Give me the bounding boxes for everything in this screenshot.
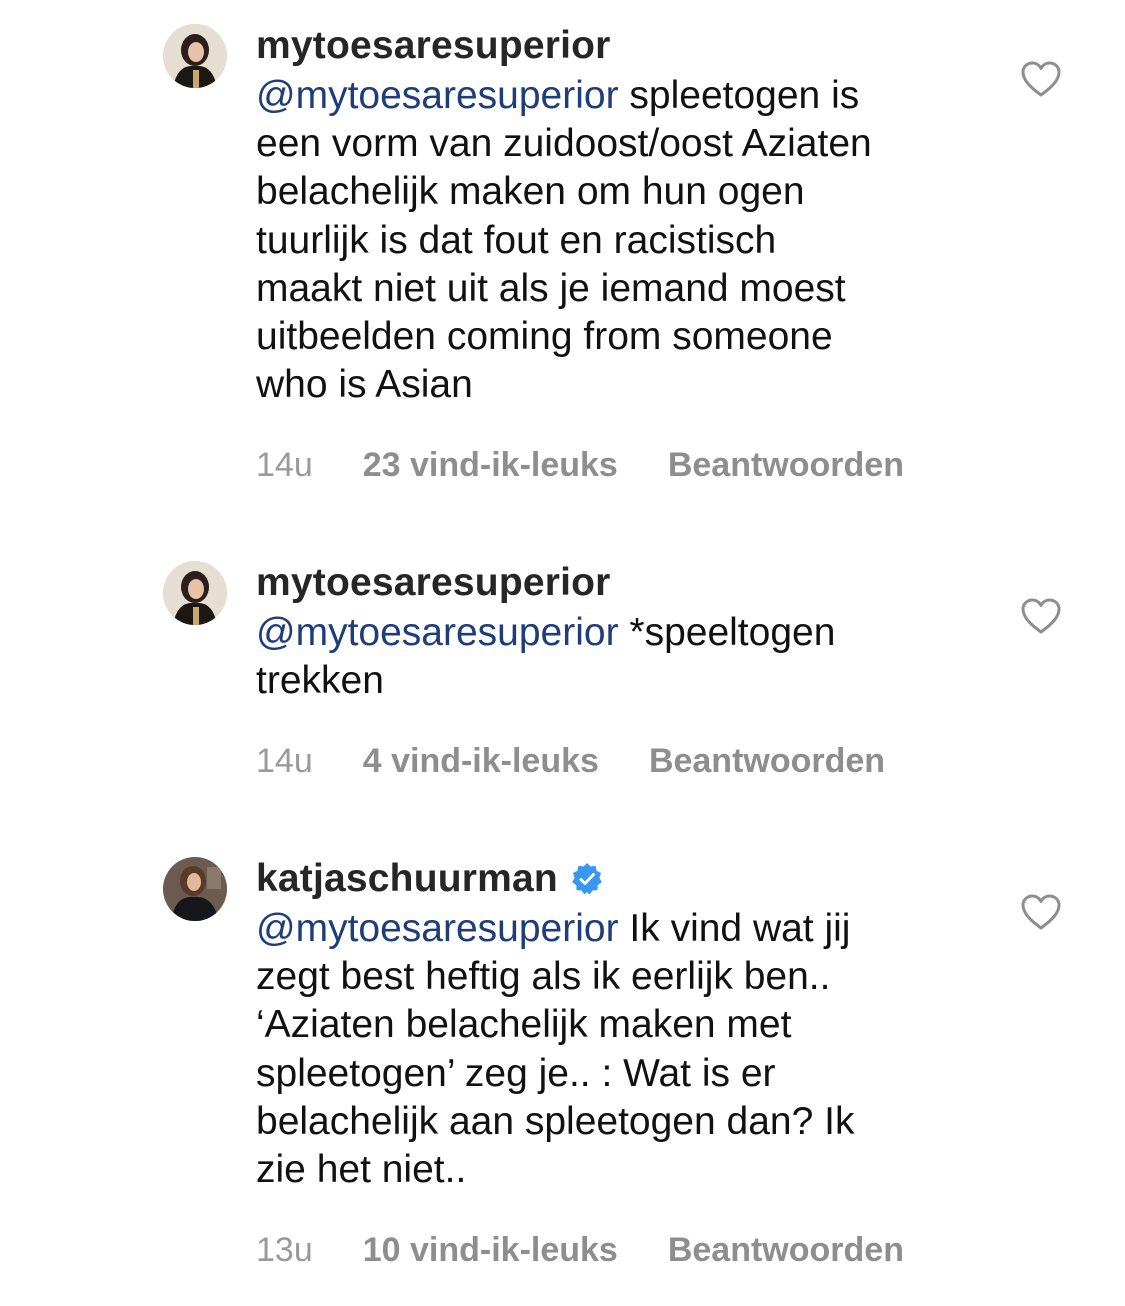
comment-line: maakt niet uit als je iemand moest xyxy=(256,266,846,310)
mention-link[interactable]: @mytoesaresuperior xyxy=(256,74,619,117)
avatar[interactable] xyxy=(163,561,227,625)
comment-line: zie het niet.. xyxy=(256,1148,467,1192)
comment-text: @mytoesaresuperior Ik vind wat jij zegt … xyxy=(256,905,976,1194)
reply-button[interactable]: Beantwoorden xyxy=(668,1231,904,1270)
username-row: mytoesaresuperior xyxy=(256,24,976,68)
likes-count[interactable]: 4 vind-ik-leuks xyxy=(363,742,599,781)
reply-button[interactable]: Beantwoorden xyxy=(668,446,904,485)
username[interactable]: mytoesaresuperior xyxy=(256,561,611,605)
comment-line: belachelijk maken om hun ogen xyxy=(256,170,805,214)
comment-line: @mytoesaresuperior Ik vind wat jij xyxy=(256,905,976,953)
timestamp: 14u xyxy=(256,741,313,780)
mention-link[interactable]: @mytoesaresuperior xyxy=(256,611,619,654)
comment-line: belachelijk aan spleetogen dan? Ik xyxy=(256,1099,855,1143)
heart-icon[interactable] xyxy=(1020,597,1062,635)
comment-line: @mytoesaresuperior *speeltogen xyxy=(256,609,976,657)
comment-line-text: *speeltogen xyxy=(618,611,836,654)
comment-line-text: Ik vind wat jij xyxy=(618,907,851,950)
comment-text: @mytoesaresuperior spleetogen is een vor… xyxy=(256,72,976,409)
reply-button[interactable]: Beantwoorden xyxy=(649,742,885,781)
comment-line: uitbeelden coming from someone xyxy=(256,315,833,359)
comment-line: trekken xyxy=(256,659,384,703)
heart-icon[interactable] xyxy=(1020,60,1062,98)
username-row: mytoesaresuperior xyxy=(256,561,976,605)
comment-line: zegt best heftig als ik eerlijk ben.. xyxy=(256,955,831,999)
likes-count[interactable]: 10 vind-ik-leuks xyxy=(363,1231,618,1270)
likes-count[interactable]: 23 vind-ik-leuks xyxy=(363,446,618,485)
username[interactable]: mytoesaresuperior xyxy=(256,24,611,68)
timestamp: 13u xyxy=(256,1230,313,1269)
username-row: katjaschuurman xyxy=(256,857,976,901)
comment-line: @mytoesaresuperior spleetogen is xyxy=(256,72,976,120)
comment-line: who is Asian xyxy=(256,363,473,407)
mention-link[interactable]: @mytoesaresuperior xyxy=(256,907,619,950)
comment-line-text: spleetogen is xyxy=(618,74,860,117)
comment-line: spleetogen’ zeg je.. : Wat is er xyxy=(256,1051,776,1095)
comment-body: katjaschuurman @mytoesaresuperior Ik vin… xyxy=(256,857,976,1270)
timestamp: 14u xyxy=(256,445,313,484)
avatar[interactable] xyxy=(163,24,227,88)
username[interactable]: katjaschuurman xyxy=(256,857,558,901)
comment-meta: 14u 23 vind-ik-leuks Beantwoorden xyxy=(256,445,976,485)
comment-line: ‘Aziaten belachelijk maken met xyxy=(256,1003,792,1047)
comment-text: @mytoesaresuperior *speeltogen trekken xyxy=(256,609,976,705)
comment-line: tuurlijk is dat fout en racistisch xyxy=(256,218,777,262)
comment-meta: 13u 10 vind-ik-leuks Beantwoorden xyxy=(256,1230,976,1270)
heart-icon[interactable] xyxy=(1020,893,1062,931)
comment-body: mytoesaresuperior @mytoesaresuperior spl… xyxy=(256,24,976,485)
verified-badge-icon xyxy=(570,862,604,896)
avatar[interactable] xyxy=(163,857,227,921)
comment-body: mytoesaresuperior @mytoesaresuperior *sp… xyxy=(256,561,976,781)
comment-meta: 14u 4 vind-ik-leuks Beantwoorden xyxy=(256,741,976,781)
comment-line: een vorm van zuidoost/oost Aziaten xyxy=(256,122,872,166)
